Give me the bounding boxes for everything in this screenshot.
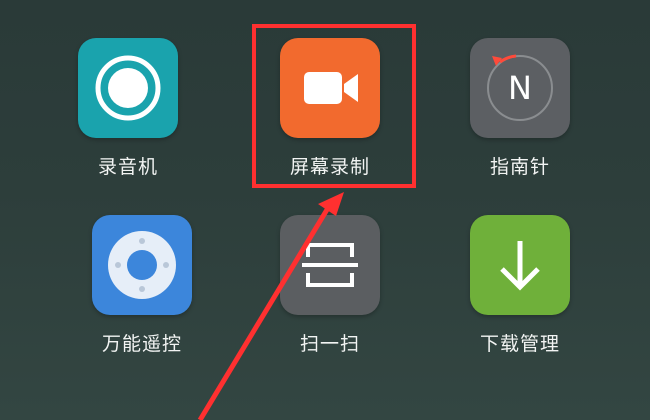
compass-icon[interactable]: N <box>470 38 570 138</box>
app-compass[interactable]: N 指南针 <box>460 38 580 179</box>
app-scan[interactable]: 扫一扫 <box>270 215 390 356</box>
record-icon[interactable] <box>78 38 178 138</box>
download-icon[interactable] <box>470 215 570 315</box>
app-label: 指南针 <box>489 156 550 178</box>
app-download-manager[interactable]: 下载管理 <box>460 215 580 356</box>
scan-icon[interactable] <box>280 215 380 315</box>
app-remote-control[interactable]: 万能遥控 <box>82 215 202 356</box>
app-recorder[interactable]: 录音机 <box>68 38 188 179</box>
app-label: 万能遥控 <box>101 333 182 355</box>
highlight-box <box>252 24 416 188</box>
app-label: 扫一扫 <box>299 333 360 355</box>
compass-letter: N <box>508 69 532 107</box>
app-label: 录音机 <box>97 156 158 178</box>
app-label: 下载管理 <box>479 333 560 355</box>
remote-control-icon[interactable] <box>92 215 192 315</box>
